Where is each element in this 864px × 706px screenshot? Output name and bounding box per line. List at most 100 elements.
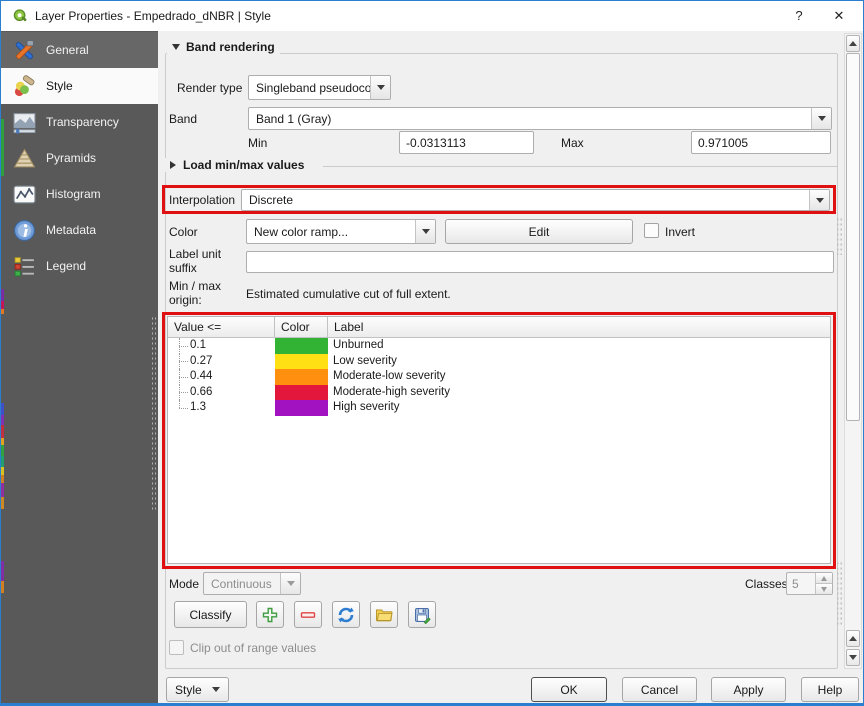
vertical-scrollbar[interactable] — [844, 33, 862, 669]
scrollbar-thumb[interactable] — [846, 53, 860, 421]
style-menu-button[interactable]: Style — [166, 677, 229, 702]
sidebar-item-general[interactable]: General — [1, 32, 158, 68]
window-title: Layer Properties - Empedrado_dNBR | Styl… — [35, 1, 271, 31]
color-swatch[interactable] — [275, 400, 328, 416]
minmax-origin-value: Estimated cumulative cut of full extent. — [246, 287, 451, 301]
classify-button[interactable]: Classify — [174, 601, 247, 628]
max-input[interactable] — [691, 131, 831, 154]
min-input[interactable] — [399, 131, 534, 154]
sidebar-item-style[interactable]: Style — [1, 68, 158, 104]
corner-grip — [836, 217, 843, 255]
sidebar-item-metadata[interactable]: Metadata — [1, 212, 158, 248]
add-class-button[interactable] — [256, 601, 284, 628]
cancel-button[interactable]: Cancel — [622, 677, 697, 702]
label-unit-suffix-input[interactable] — [246, 251, 834, 273]
save-colormap-button[interactable] — [408, 601, 436, 628]
color-swatch[interactable] — [275, 338, 328, 354]
help-button[interactable]: Help — [801, 677, 859, 702]
color-label: Color — [169, 225, 198, 239]
mode-select[interactable]: Continuous — [203, 572, 301, 595]
classes-value: 5 — [787, 573, 815, 594]
header-value[interactable]: Value <= — [168, 317, 275, 337]
refresh-button[interactable] — [332, 601, 360, 628]
mode-value: Continuous — [204, 577, 280, 591]
invert-label: Invert — [665, 225, 695, 239]
refresh-icon — [337, 606, 355, 624]
sidebar-item-transparency[interactable]: Transparency — [1, 104, 158, 140]
sidebar-item-label: General — [46, 43, 89, 57]
class-value[interactable]: 0.66 — [190, 385, 212, 401]
invert-checkbox[interactable] — [644, 223, 659, 238]
info-icon — [12, 218, 37, 243]
table-row: 0.66 Moderate-high severity — [168, 385, 830, 401]
class-value[interactable]: 0.27 — [190, 354, 212, 370]
collapse-triangle-icon[interactable] — [172, 44, 180, 50]
color-swatch[interactable] — [275, 385, 328, 401]
interpolation-value: Discrete — [242, 193, 809, 207]
tree-branch-icon — [173, 354, 190, 370]
header-color[interactable]: Color — [275, 317, 328, 337]
help-button-label: Help — [818, 683, 843, 697]
sidebar-item-label: Style — [46, 79, 73, 93]
edge-artifact — [1, 561, 4, 581]
chevron-down-icon — [212, 687, 220, 692]
table-row: 0.1 Unburned — [168, 338, 830, 354]
sidebar-item-pyramids[interactable]: Pyramids — [1, 140, 158, 176]
edit-button-label: Edit — [529, 225, 550, 239]
color-ramp-value: New color ramp... — [247, 225, 415, 239]
scroll-down-button[interactable] — [846, 649, 860, 666]
spin-up-icon[interactable] — [816, 573, 832, 584]
sidebar-item-label: Histogram — [46, 187, 101, 201]
scroll-up-button[interactable] — [846, 35, 860, 52]
class-label[interactable]: Low severity — [328, 354, 830, 370]
corner-grip — [836, 561, 843, 625]
load-colormap-button[interactable] — [370, 601, 398, 628]
band-rendering-group-title: Band rendering — [167, 40, 280, 54]
scroll-up-button-bottom[interactable] — [846, 630, 860, 647]
class-label[interactable]: Unburned — [328, 338, 830, 354]
paintbrush-icon — [12, 74, 37, 99]
expand-triangle-icon[interactable] — [170, 161, 176, 169]
class-value[interactable]: 1.3 — [190, 400, 206, 416]
class-label[interactable]: Moderate-high severity — [328, 385, 830, 401]
class-label[interactable]: High severity — [328, 400, 830, 416]
edge-artifact — [1, 309, 4, 314]
layer-properties-dialog: Layer Properties - Empedrado_dNBR | Styl… — [0, 0, 864, 706]
apply-button-label: Apply — [733, 683, 763, 697]
classes-stepper[interactable]: 5 — [786, 572, 833, 595]
apply-button[interactable]: Apply — [711, 677, 786, 702]
color-ramp-select[interactable]: New color ramp... — [246, 219, 436, 244]
spin-down-icon[interactable] — [816, 584, 832, 594]
open-folder-icon — [375, 606, 393, 624]
save-icon — [413, 606, 431, 624]
header-label[interactable]: Label — [328, 317, 830, 337]
clip-checkbox[interactable] — [169, 640, 184, 655]
help-titlebar-button[interactable]: ? — [783, 1, 815, 31]
classification-table[interactable]: Value <= Color Label 0.1 Unburned 0.27 L… — [167, 316, 831, 564]
classes-label: Classes — [745, 577, 788, 591]
tree-branch-icon — [173, 369, 190, 385]
ok-button[interactable]: OK — [531, 677, 607, 702]
color-swatch[interactable] — [275, 354, 328, 370]
pyramid-icon — [12, 146, 37, 171]
sidebar-item-legend[interactable]: Legend — [1, 248, 158, 284]
sidebar-item-histogram[interactable]: Histogram — [1, 176, 158, 212]
remove-class-button[interactable] — [294, 601, 322, 628]
band-select[interactable]: Band 1 (Gray) — [248, 107, 832, 130]
interpolation-select[interactable]: Discrete — [241, 189, 830, 211]
class-value[interactable]: 0.1 — [190, 338, 206, 354]
chevron-down-icon — [415, 220, 435, 243]
edge-artifact — [1, 445, 4, 456]
class-label[interactable]: Moderate-low severity — [328, 369, 830, 385]
sidebar-splitter-handle[interactable] — [151, 316, 157, 511]
class-value[interactable]: 0.44 — [190, 369, 212, 385]
title-bar: Layer Properties - Empedrado_dNBR | Styl… — [1, 1, 863, 31]
close-button[interactable]: ✕ — [823, 1, 855, 31]
tree-branch-icon — [173, 338, 190, 354]
render-type-select[interactable]: Singleband pseudocolor — [248, 75, 391, 100]
add-icon — [261, 606, 279, 624]
color-swatch[interactable] — [275, 369, 328, 385]
cancel-button-label: Cancel — [641, 683, 678, 697]
edge-artifact — [1, 301, 4, 309]
edit-button[interactable]: Edit — [445, 219, 633, 244]
